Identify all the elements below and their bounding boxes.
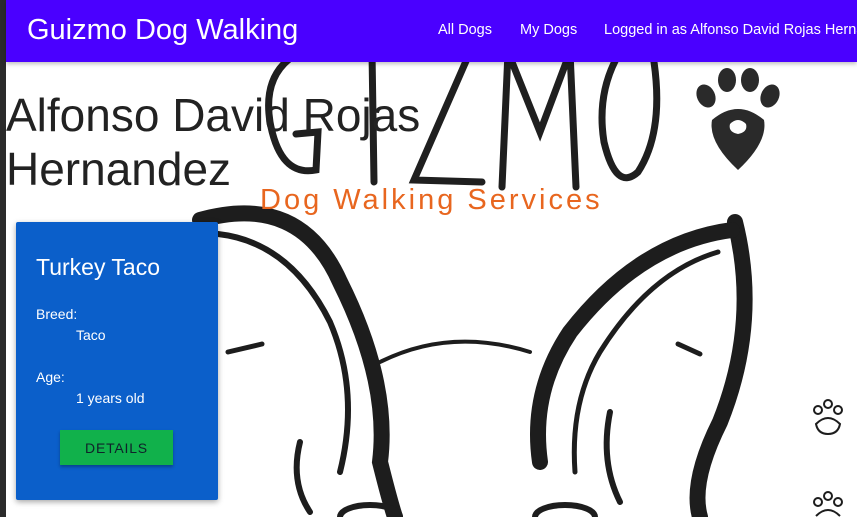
paw-print-icon [813, 491, 843, 517]
nav-my-dogs-link[interactable]: My Dogs [520, 22, 577, 38]
breed-value: Taco [76, 327, 106, 343]
nav-logged-in-user-link[interactable]: Logged in as Alfonso David Rojas Hernand… [604, 22, 857, 38]
brand-title[interactable]: Guizmo Dog Walking [27, 14, 298, 47]
paw-location-pin-icon [696, 68, 780, 170]
french-bulldog-illustration [192, 205, 753, 517]
details-button[interactable]: DETAILS [60, 430, 173, 465]
adjacent-window-edge [0, 0, 6, 517]
age-label: Age: [36, 369, 65, 385]
paw-print-icon [813, 399, 843, 436]
dog-card: Turkey Taco Breed: Taco Age: 1 years old… [16, 222, 218, 500]
dog-name: Turkey Taco [36, 254, 160, 280]
top-navbar: Guizmo Dog Walking All Dogs My Dogs Logg… [6, 0, 857, 62]
breed-label: Breed: [36, 306, 78, 322]
age-value: 1 years old [76, 390, 145, 406]
nav-all-dogs-link[interactable]: All Dogs [438, 22, 492, 38]
page-title: Alfonso David Rojas Hernandez [6, 89, 421, 195]
